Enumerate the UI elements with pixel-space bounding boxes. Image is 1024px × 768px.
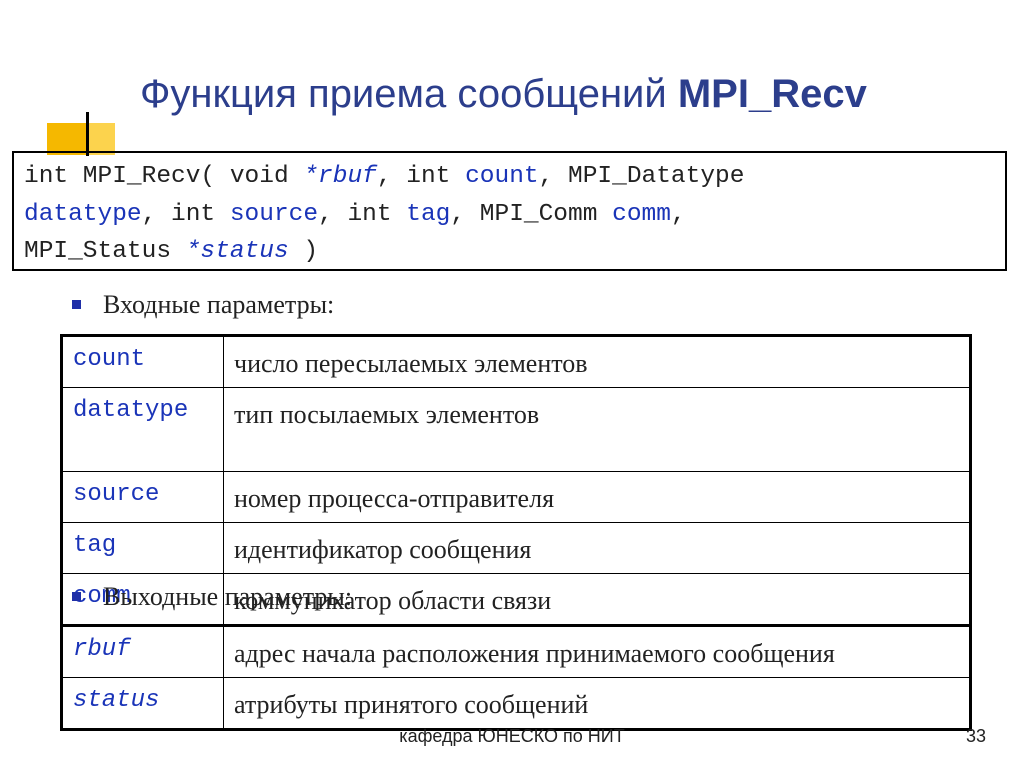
param-desc: идентификатор сообщения	[223, 522, 971, 574]
param-name: datatype	[61, 387, 224, 472]
sig-text: ,	[670, 200, 686, 228]
sig-param-comm: comm	[612, 200, 671, 228]
table-row: source номер процесса-отправителя	[61, 471, 971, 523]
sig-param-source: source	[229, 200, 319, 228]
table-row: count число пересылаемых элементов	[61, 335, 971, 388]
param-name: status	[61, 677, 224, 730]
table-row: datatype тип посылаемых элементов	[61, 387, 971, 472]
signature-line-1: int MPI_Recv( void *rbuf, int count, MPI…	[24, 158, 995, 196]
sig-param-tag: tag	[406, 200, 451, 228]
page-number: 33	[966, 726, 987, 746]
function-signature: int MPI_Recv( void *rbuf, int count, MPI…	[12, 151, 1007, 271]
bullet-square-icon	[72, 299, 81, 309]
sig-text: MPI_Status	[24, 238, 186, 265]
sig-param-rbuf: *rbuf	[303, 163, 377, 190]
sig-text: , int	[318, 200, 407, 228]
param-desc: число пересылаемых элементов	[223, 335, 971, 388]
output-heading-label: Выходные параметры:	[103, 582, 353, 611]
signature-line-3: MPI_Status *status )	[24, 233, 995, 271]
sig-param-count: count	[465, 163, 539, 190]
input-params-heading: Входные параметры:	[72, 290, 334, 320]
title-function-name: MPI_Recv	[677, 72, 867, 116]
signature-line-2: datatype, int source, int tag, MPI_Comm …	[24, 196, 995, 234]
param-name: tag	[61, 522, 224, 574]
sig-text: , MPI_Comm	[450, 200, 613, 228]
sig-param-status: *status	[185, 238, 289, 265]
bullet-square-icon	[72, 591, 81, 601]
input-heading-label: Входные параметры:	[103, 290, 335, 319]
sig-text: )	[288, 238, 319, 265]
sig-text: int MPI_Recv( void	[24, 163, 304, 190]
title-text: Функция приема сообщений	[140, 72, 678, 116]
sig-param-datatype: datatype	[24, 200, 142, 228]
output-params-table: rbuf адрес начала расположения принимаем…	[60, 624, 972, 731]
slide-title: Функция приема сообщений MPI_Recv	[140, 72, 1000, 117]
output-params-heading: Выходные параметры:	[72, 582, 352, 612]
sig-text: , int	[376, 163, 466, 190]
table-row: status атрибуты принятого сообщений	[61, 677, 971, 730]
param-desc: номер процесса-отправителя	[223, 471, 971, 523]
table-row: rbuf адрес начала расположения принимаем…	[61, 625, 971, 678]
param-name: count	[61, 335, 224, 388]
title-decoration-line	[86, 112, 89, 156]
table-row: tag идентификатор сообщения	[61, 522, 971, 574]
sig-text: , int	[141, 200, 230, 228]
param-desc: тип посылаемых элементов	[223, 387, 971, 472]
param-name: rbuf	[61, 625, 224, 678]
param-name: source	[61, 471, 224, 523]
param-desc: атрибуты принятого сообщений	[223, 677, 971, 730]
footer-text: кафедра ЮНЕСКО по НИТ	[399, 726, 625, 746]
sig-text: , MPI_Datatype	[538, 163, 745, 190]
param-desc: адрес начала расположения принимаемого с…	[223, 625, 971, 678]
